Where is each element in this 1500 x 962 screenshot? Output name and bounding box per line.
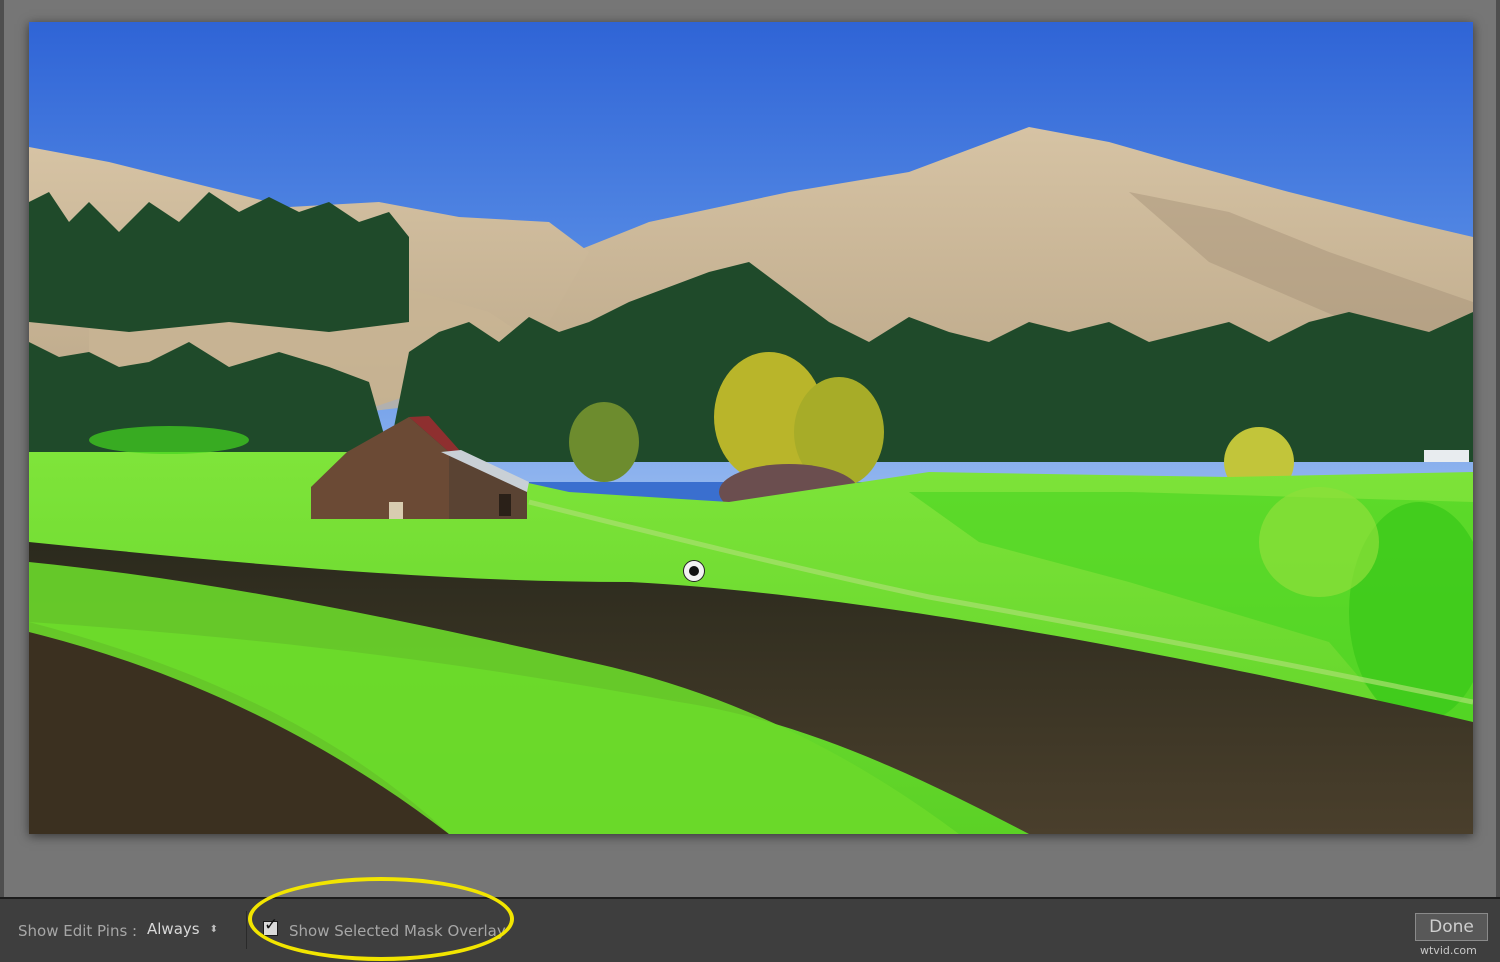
checkmark-icon: ✓ [264, 915, 279, 935]
mask-overlay-label[interactable]: Show Selected Mask Overlay [289, 922, 506, 940]
show-edit-pins-label: Show Edit Pins : [18, 922, 138, 940]
show-edit-pins-select[interactable]: Always ⬍ [147, 920, 218, 942]
mask-overlay-checkbox[interactable]: ✓ [263, 917, 278, 936]
image-workspace [0, 0, 1500, 897]
landscape-photo [29, 22, 1473, 834]
distant-house [1424, 450, 1469, 462]
toolbar-separator [246, 911, 247, 949]
done-button[interactable]: Done [1415, 913, 1488, 941]
left-panel-edge [0, 0, 4, 897]
bottom-toolbar: Show Edit Pins : Always ⬍ ✓ Show Selected… [0, 897, 1500, 962]
watermark: wtvid.com [1420, 944, 1477, 957]
photo-canvas[interactable] [29, 22, 1473, 834]
edit-pin[interactable] [683, 560, 705, 582]
show-edit-pins-value: Always [147, 920, 200, 938]
stepper-icon: ⬍ [209, 924, 218, 935]
right-panel-edge [1496, 0, 1500, 897]
